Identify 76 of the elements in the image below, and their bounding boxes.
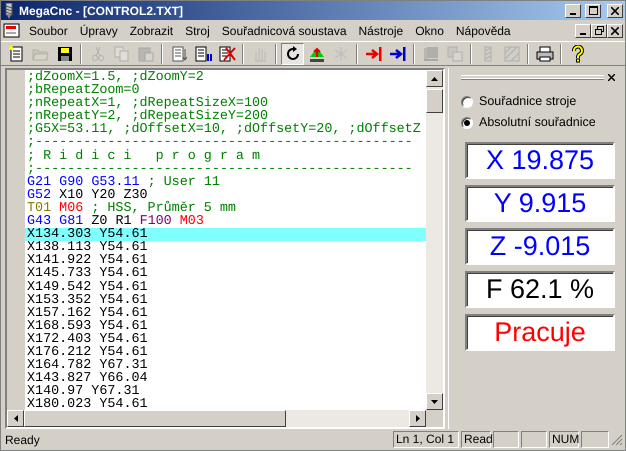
minimize-button[interactable]	[565, 4, 581, 18]
horizontal-scrollbar[interactable]	[7, 410, 443, 427]
arrow-icon	[431, 400, 438, 404]
scroll-thumb[interactable]	[24, 410, 286, 427]
readout-display: Y 9.915	[465, 185, 615, 222]
code-line: X141.922 Y54.61	[26, 254, 149, 268]
maximize-button[interactable]	[585, 4, 601, 18]
minimize-button[interactable]	[575, 24, 591, 38]
code-line: X180.023 Y54.61	[26, 398, 149, 410]
minimize-icon	[570, 12, 576, 14]
code-line: ;nRepeatY=2, ;dRepeatSizeY=200	[26, 110, 268, 124]
close-button[interactable]	[607, 24, 623, 38]
close-icon	[611, 26, 619, 34]
menu-item[interactable]: Stroj	[179, 20, 216, 40]
readout-display: Z -9.015	[465, 228, 615, 265]
code-line: ;dZoomX=1.5, ;dZoomY=2	[26, 71, 205, 84]
menu-item[interactable]: Souřadnicová soustava	[216, 20, 353, 40]
code-line: X172.403 Y54.61	[26, 332, 149, 346]
code-line: X138.113 Y54.61	[26, 241, 149, 254]
code-line: ;bRepeatZoom=0	[26, 84, 140, 98]
menu-item[interactable]: Zobrazit	[124, 20, 180, 40]
code-line: ; R i d i c i p r o g r a m	[26, 150, 262, 163]
arrow-icon	[416, 415, 420, 422]
code-line: X140.97 Y67.31	[26, 385, 140, 398]
radio-circle-icon[interactable]	[461, 96, 473, 108]
code-line: X168.593 Y54.61	[26, 320, 149, 333]
restore-button[interactable]	[591, 24, 607, 38]
cursor-position: Ln 1, Col 1	[393, 431, 459, 448]
arrow-icon	[14, 415, 18, 422]
maximize-icon	[588, 6, 598, 15]
code-line: X145.733 Y54.61	[26, 267, 149, 280]
menu-item[interactable]: Okno	[409, 20, 450, 40]
status-message: Ready	[4, 432, 41, 448]
arrow-icon	[431, 76, 438, 80]
minimize-icon	[580, 32, 586, 34]
code-line: ;G5X=53.11, ;dOffsetX=10, ;dOffsetY=20, ;dOffsetZ	[26, 123, 422, 136]
status-pane	[581, 431, 609, 448]
resize-grip-icon[interactable]	[611, 434, 623, 446]
status-pane	[521, 431, 547, 448]
code-line: X176.212 Y54.61	[26, 346, 149, 360]
code-line: X164.782 Y67.31	[26, 359, 149, 372]
vertical-scrollbar[interactable]	[426, 70, 443, 410]
code-line: G43 G81 Z0 R1 F100 M03	[26, 215, 205, 228]
document-icon	[3, 22, 21, 38]
code-line: X149.542 Y54.61	[26, 280, 149, 294]
restore-icon	[594, 26, 604, 35]
code-line: X157.162 Y54.61	[26, 306, 149, 320]
scroll-thumb[interactable]	[426, 89, 443, 113]
radio-circle-icon[interactable]	[461, 116, 473, 128]
close-button[interactable]	[607, 4, 623, 18]
menu-item[interactable]: Nápověda	[450, 20, 517, 40]
menu-item[interactable]: Nástroje	[352, 20, 410, 40]
code-line: G52 X10 Y20 Z30	[26, 188, 148, 202]
menu-item[interactable]: Soubor	[23, 20, 74, 40]
rotate-icon[interactable]	[281, 42, 304, 64]
num-lock-indicator: NUM	[549, 431, 579, 448]
close-icon[interactable]	[608, 74, 615, 81]
scrollbar-corner	[426, 410, 443, 427]
code-line: ;nRepeatX=1, ;dRepeatSizeX=100	[26, 97, 270, 110]
window-title: MegaCnc - [CONTROL2.TXT]	[19, 2, 184, 20]
radio-label[interactable]: Absolutní souřadnice	[479, 113, 596, 132]
status-pane	[493, 431, 519, 448]
menu-item[interactable]: Úpravy	[74, 20, 124, 40]
radio-label[interactable]: Souřadnice stroje	[479, 92, 576, 111]
app-icon	[3, 2, 15, 18]
code-line: ;-----------------------------------------------	[26, 162, 414, 176]
code-line: ;-----------------------------------------------	[26, 136, 414, 150]
mode-indicator: Read	[461, 431, 491, 448]
code-line: X143.827 Y66.04	[26, 372, 149, 386]
close-icon	[611, 6, 619, 14]
code-line: T01 M06 ; HSS, Průměr 5 mm	[26, 202, 237, 216]
readout-display: X 19.875	[465, 142, 615, 179]
readout-display: Pracuje	[465, 314, 615, 351]
code-line: G21 G90 G53.11 ; User 11	[26, 176, 221, 189]
code-line: X153.352 Y54.61	[26, 294, 149, 307]
readout-display: F 62.1 %	[465, 271, 615, 308]
